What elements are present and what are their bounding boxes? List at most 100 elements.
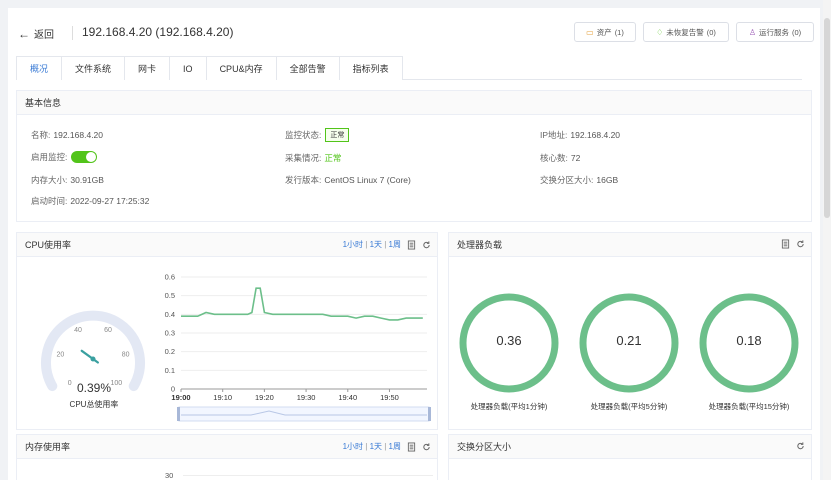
memory-usage-header: 内存使用率 1小时 | 1天 | 1周 <box>17 435 437 459</box>
y-tick-label: 0.2 <box>165 347 175 356</box>
boot-label: 启动时间: <box>31 196 68 206</box>
cpu-usage-title: CPU使用率 <box>25 240 72 250</box>
document-icon[interactable] <box>781 239 790 249</box>
y-tick-label: 0.5 <box>165 291 175 300</box>
boot-value: 2022-09-27 17:25:32 <box>70 196 150 206</box>
back-button[interactable]: ← 返回 <box>18 26 54 42</box>
x-tick-label: 19:20 <box>255 393 274 402</box>
load-5m-value: 0.21 <box>616 333 642 348</box>
collect-value: 正常 <box>324 153 342 163</box>
cpu-series-line <box>181 287 423 321</box>
user-icon: ♙ <box>748 27 756 37</box>
info-swap: 交换分区大小: 16GB <box>540 174 618 186</box>
tab-metrics[interactable]: 指标列表 <box>338 56 403 80</box>
os-label: 发行版本: <box>285 175 322 185</box>
name-value: 192.168.4.20 <box>53 130 104 140</box>
y-tick-label: 0.3 <box>165 329 175 338</box>
swap-value: 16GB <box>596 175 619 185</box>
mem-time-range: 1小时 | 1天 | 1周 <box>342 442 401 451</box>
tab-cpu-memory[interactable]: CPU&内存 <box>205 56 277 80</box>
enable-monitor-toggle[interactable] <box>71 151 98 163</box>
assets-button[interactable]: ▭ 资产 (1) <box>574 22 636 42</box>
cpu-usage-panel: CPU使用率 1小时 | 1天 | 1周 0 20 40 60 80 100 0.39% … <box>16 232 438 430</box>
page-scrollbar[interactable] <box>823 0 831 480</box>
unresolved-alarms-button[interactable]: ♢ 未恢复告警 (0) <box>643 22 729 42</box>
document-icon[interactable] <box>407 442 416 452</box>
y-tick-label: 0.1 <box>165 366 175 375</box>
gauge-tick-label: 80 <box>122 351 130 358</box>
tab-nic[interactable]: 网卡 <box>124 56 171 80</box>
range-1w[interactable]: 1周 <box>389 240 401 249</box>
info-enable-monitor: 启用监控: <box>31 151 98 163</box>
back-label: 返回 <box>34 30 54 41</box>
refresh-icon[interactable] <box>796 441 805 451</box>
swap-size-panel: 交换分区大小 <box>448 434 812 480</box>
memory-usage-title: 内存使用率 <box>25 442 71 452</box>
cpu-usage-header: CPU使用率 1小时 | 1天 | 1周 <box>17 233 437 257</box>
processor-load-header: 处理器负载 <box>449 233 811 257</box>
range-1h[interactable]: 1小时 <box>343 240 363 249</box>
os-value: CentOS Linux 7 (Core) <box>324 175 411 185</box>
refresh-icon[interactable] <box>422 442 431 452</box>
tab-all-alarms[interactable]: 全部告警 <box>275 56 340 80</box>
refresh-icon[interactable] <box>422 240 431 250</box>
page-title: 192.168.4.20 (192.168.4.20) <box>82 25 234 39</box>
basic-info-panel: 基本信息 名称: 192.168.4.20 监控状态: 正常 IP地址: 192… <box>16 90 812 222</box>
mem-range-1d[interactable]: 1天 <box>370 442 382 451</box>
mem-range-1w[interactable]: 1周 <box>389 442 401 451</box>
x-tick-label: 19:10 <box>213 393 232 402</box>
range-1d[interactable]: 1天 <box>370 240 382 249</box>
load-1m-label: 处理器负载(平均1分钟) <box>470 402 548 411</box>
x-tick-label: 19:50 <box>380 393 399 402</box>
top-bar: ← 返回 192.168.4.20 (192.168.4.20) ▭ 资产 (1… <box>16 22 814 44</box>
memory-value: 30.91GB <box>70 175 104 185</box>
load-5m-label: 处理器负载(平均5分钟) <box>590 402 668 411</box>
box-icon: ▭ <box>586 27 594 37</box>
refresh-icon[interactable] <box>796 239 805 249</box>
mem-grid-line <box>183 475 433 476</box>
zoom-handle-right <box>428 407 431 421</box>
tab-overview[interactable]: 概况 <box>16 56 63 80</box>
assets-label: 资产 <box>596 27 612 37</box>
status-badge: 正常 <box>325 128 350 142</box>
info-monitor-status: 监控状态: 正常 <box>285 128 350 142</box>
y-tick-label: 0.4 <box>165 310 175 319</box>
y-tick-label: 0.6 <box>165 273 175 282</box>
x-tick-label: 19:40 <box>338 393 357 402</box>
services-label: 运行服务 <box>759 27 789 37</box>
cpu-tools: 1小时 | 1天 | 1周 <box>343 239 431 250</box>
memory-label: 内存大小: <box>31 175 68 185</box>
cores-value: 72 <box>570 153 581 163</box>
x-tick-label: 19:00 <box>171 393 190 402</box>
load-15m-label: 处理器负载(平均15分钟) <box>708 402 790 411</box>
mem-range-1h[interactable]: 1小时 <box>343 442 363 451</box>
swap-size-title: 交换分区大小 <box>457 442 512 452</box>
load-ring-5m: 0.21 处理器负载(平均5分钟) <box>577 291 681 411</box>
swap-label: 交换分区大小: <box>540 175 594 185</box>
tab-filesystem[interactable]: 文件系统 <box>61 56 126 80</box>
arrow-left-icon: ← <box>18 26 30 41</box>
info-cores: 核心数: 72 <box>540 152 580 164</box>
zoom-handle-left <box>177 407 180 421</box>
tab-io[interactable]: IO <box>169 56 207 80</box>
alarms-count: (0) <box>706 27 716 37</box>
mem-tools: 1小时 | 1天 | 1周 <box>343 441 431 452</box>
cpu-line-chart: 00.10.20.30.40.50.619:00 19:10 19:20 19:30 1… <box>165 273 431 422</box>
document-icon[interactable] <box>407 240 416 250</box>
ip-value: 192.168.4.20 <box>570 130 621 140</box>
gauge-tick-label: 60 <box>104 327 112 334</box>
swap-size-header: 交换分区大小 <box>449 435 811 459</box>
divider <box>72 26 73 40</box>
info-ip: IP地址: 192.168.4.20 <box>540 129 620 141</box>
running-services-button[interactable]: ♙ 运行服务 (0) <box>736 22 814 42</box>
load-ring-15m: 0.18 处理器负载(平均15分钟) <box>697 291 801 411</box>
gauge-tick-label: 20 <box>57 351 65 358</box>
info-os: 发行版本: CentOS Linux 7 (Core) <box>285 174 411 186</box>
info-name: 名称: 192.168.4.20 <box>31 129 103 141</box>
info-collect: 采集情况: 正常 <box>285 152 341 164</box>
load-ring-1m: 0.36 处理器负载(平均1分钟) <box>457 291 561 411</box>
scrollbar-thumb[interactable] <box>824 18 830 218</box>
zoom-slider <box>178 406 430 422</box>
enable-label: 启用监控: <box>31 152 68 162</box>
bell-icon: ♢ <box>656 27 664 37</box>
